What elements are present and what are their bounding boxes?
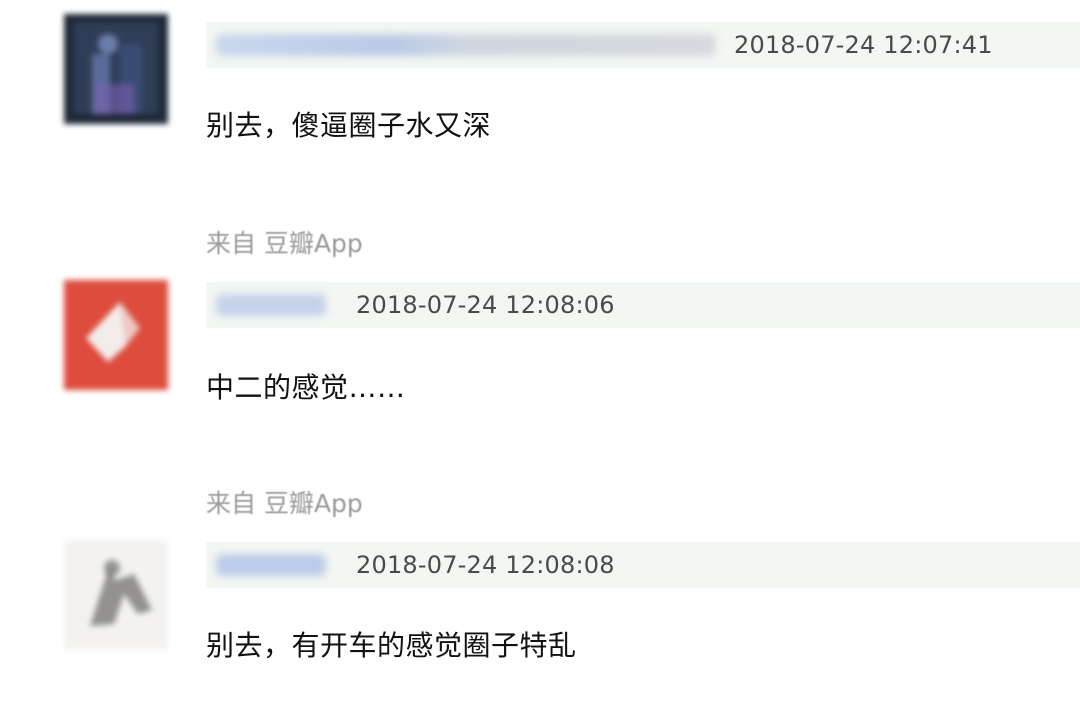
comment-source: 来自 豆瓣App	[206, 489, 363, 518]
username[interactable]	[216, 554, 326, 576]
comment-item: 来自 豆瓣App 2018-07-24 12:08:08 别去，有开车的感觉圈子…	[0, 0, 1080, 707]
comment-timestamp: 2018-07-24 12:08:08	[356, 551, 615, 579]
comment-text: 别去，有开车的感觉圈子特乱	[206, 629, 577, 662]
avatar[interactable]	[64, 540, 168, 650]
comment-header: 2018-07-24 12:08:08	[206, 542, 1080, 588]
sketch-avatar-icon	[64, 540, 168, 650]
